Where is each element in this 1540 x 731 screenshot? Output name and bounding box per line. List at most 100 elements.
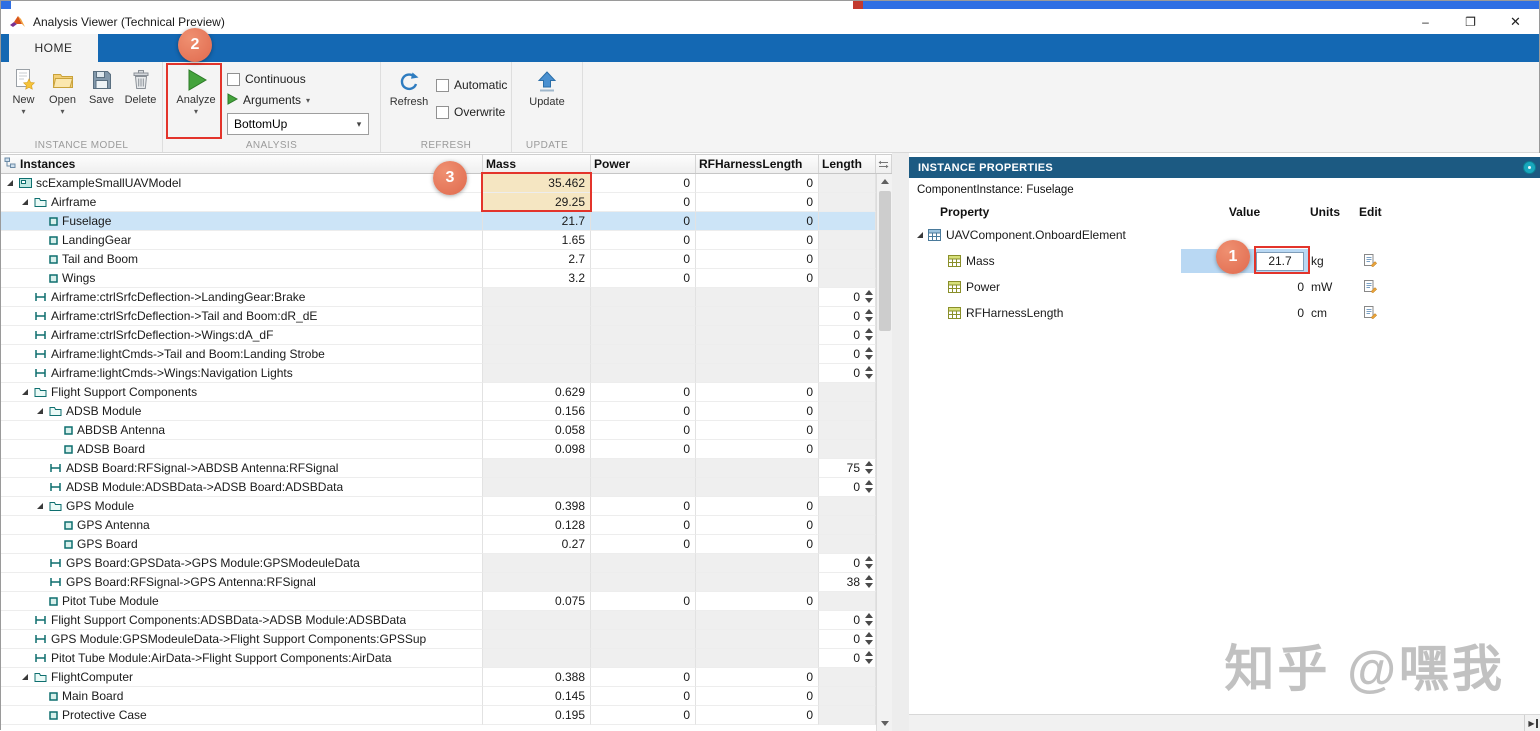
vertical-scrollbar[interactable] [876,174,892,731]
tab-home[interactable]: HOME [9,34,98,62]
edit-cell[interactable] [1353,305,1401,322]
instance-row[interactable]: FlightComputer0.38800 [1,668,876,687]
mass-cell[interactable]: 0.075 [483,592,591,611]
length-cell[interactable]: 0 [819,326,876,345]
rfharnesslength-cell[interactable]: 0 [696,668,819,687]
length-cell[interactable]: 38 [819,573,876,592]
mass-cell[interactable]: 0.388 [483,668,591,687]
length-spinner-icon[interactable] [863,290,874,303]
mass-cell[interactable]: 29.25 [483,193,591,212]
power-cell[interactable]: 0 [591,687,696,706]
rfharnesslength-cell[interactable]: 0 [696,535,819,554]
length-spinner-icon[interactable] [863,556,874,569]
instance-row[interactable]: scExampleSmallUAVModel35.46200 [1,174,876,193]
property-value-cell[interactable]: 21.7 [1181,249,1308,273]
power-cell[interactable]: 0 [591,592,696,611]
rfharnesslength-cell[interactable]: 0 [696,383,819,402]
property-value-cell[interactable]: 0 [1181,306,1308,320]
instance-row[interactable]: Protective Case0.19500 [1,706,876,725]
instance-row[interactable]: Pitot Tube Module:AirData->Flight Suppor… [1,649,876,668]
expand-caret-icon[interactable] [20,196,32,208]
instance-row[interactable]: Fuselage21.700 [1,212,876,231]
instance-row[interactable]: ABDSB Antenna0.05800 [1,421,876,440]
open-button[interactable]: Open ▾ [43,66,82,116]
instance-row[interactable]: ADSB Board0.09800 [1,440,876,459]
save-button[interactable]: Save [82,66,121,116]
property-value-cell[interactable]: 0 [1181,280,1308,294]
mass-cell[interactable]: 0.195 [483,706,591,725]
mass-cell[interactable]: 0.156 [483,402,591,421]
length-cell[interactable]: 0 [819,478,876,497]
property-row[interactable]: Mass21.7kg [909,248,1540,274]
delete-button[interactable]: Delete [121,66,160,116]
length-cell[interactable]: 0 [819,611,876,630]
mass-cell[interactable]: 0.098 [483,440,591,459]
rfharnesslength-cell[interactable]: 0 [696,250,819,269]
power-cell[interactable]: 0 [591,421,696,440]
value-edit-input[interactable]: 21.7 [1256,252,1304,271]
power-cell[interactable]: 0 [591,402,696,421]
instance-row[interactable]: Main Board0.14500 [1,687,876,706]
length-cell[interactable]: 0 [819,288,876,307]
maximize-button[interactable]: ❐ [1448,9,1493,34]
length-spinner-icon[interactable] [863,575,874,588]
instance-row[interactable]: Airframe:lightCmds->Tail and Boom:Landin… [1,345,876,364]
length-cell[interactable]: 0 [819,554,876,573]
minimize-button[interactable]: – [1403,9,1448,34]
power-cell[interactable]: 0 [591,250,696,269]
scrollbar-thumb[interactable] [879,191,891,331]
length-spinner-icon[interactable] [863,613,874,626]
rfharnesslength-cell[interactable]: 0 [696,231,819,250]
power-cell[interactable]: 0 [591,231,696,250]
length-cell[interactable]: 75 [819,459,876,478]
power-cell[interactable]: 0 [591,193,696,212]
horizontal-scrollbar[interactable]: ▶ [909,714,1540,731]
mass-cell[interactable]: 0.27 [483,535,591,554]
length-spinner-icon[interactable] [863,632,874,645]
mass-cell[interactable]: 0.128 [483,516,591,535]
analysis-mode-select[interactable]: BottomUp ▾ [227,113,369,135]
rfharnesslength-cell[interactable]: 0 [696,402,819,421]
overwrite-checkbox[interactable]: Overwrite [436,103,507,121]
mass-cell[interactable]: 1.65 [483,231,591,250]
power-cell[interactable]: 0 [591,212,696,231]
column-options-icon[interactable] [876,155,892,173]
rfharnesslength-cell[interactable]: 0 [696,421,819,440]
rfharnesslength-cell[interactable]: 0 [696,687,819,706]
rfharnesslength-cell[interactable]: 0 [696,212,819,231]
update-button[interactable]: Update [521,68,573,109]
edit-cell[interactable] [1353,279,1401,296]
mass-cell[interactable]: 2.7 [483,250,591,269]
expand-caret-icon[interactable] [5,177,17,189]
length-cell[interactable]: 0 [819,364,876,383]
instance-row[interactable]: GPS Board:GPSData->GPS Module:GPSModeule… [1,554,876,573]
instance-row[interactable]: Wings3.200 [1,269,876,288]
length-cell[interactable]: 0 [819,345,876,364]
instance-row[interactable]: Airframe:lightCmds->Wings:Navigation Lig… [1,364,876,383]
panel-splitter[interactable] [892,153,909,731]
mass-cell[interactable]: 0.058 [483,421,591,440]
rfharnesslength-cell[interactable]: 0 [696,440,819,459]
rfharnesslength-cell[interactable]: 0 [696,516,819,535]
expand-caret-icon[interactable] [20,671,32,683]
automatic-checkbox[interactable]: Automatic [436,76,507,94]
mass-cell[interactable]: 0.145 [483,687,591,706]
power-cell[interactable]: 0 [591,516,696,535]
instance-row[interactable]: Flight Support Components0.62900 [1,383,876,402]
edit-document-icon[interactable] [1363,305,1378,322]
refresh-button[interactable]: Refresh [385,68,433,109]
mass-cell[interactable]: 0.398 [483,497,591,516]
rfharnesslength-cell[interactable]: 0 [696,174,819,193]
power-cell[interactable]: 0 [591,497,696,516]
arguments-dropdown[interactable]: Arguments ▾ [227,90,369,110]
length-spinner-icon[interactable] [863,651,874,664]
power-cell[interactable]: 0 [591,440,696,459]
length-spinner-icon[interactable] [863,480,874,493]
edit-document-icon[interactable] [1363,253,1378,270]
scroll-right-button[interactable]: ▶ [1524,715,1540,731]
continuous-checkbox[interactable]: Continuous [227,70,369,88]
edit-cell[interactable] [1353,253,1401,270]
instance-row[interactable]: Airframe:ctrlSrfcDeflection->Wings:dA_dF… [1,326,876,345]
length-cell[interactable]: 0 [819,307,876,326]
mass-cell[interactable]: 21.7 [483,212,591,231]
